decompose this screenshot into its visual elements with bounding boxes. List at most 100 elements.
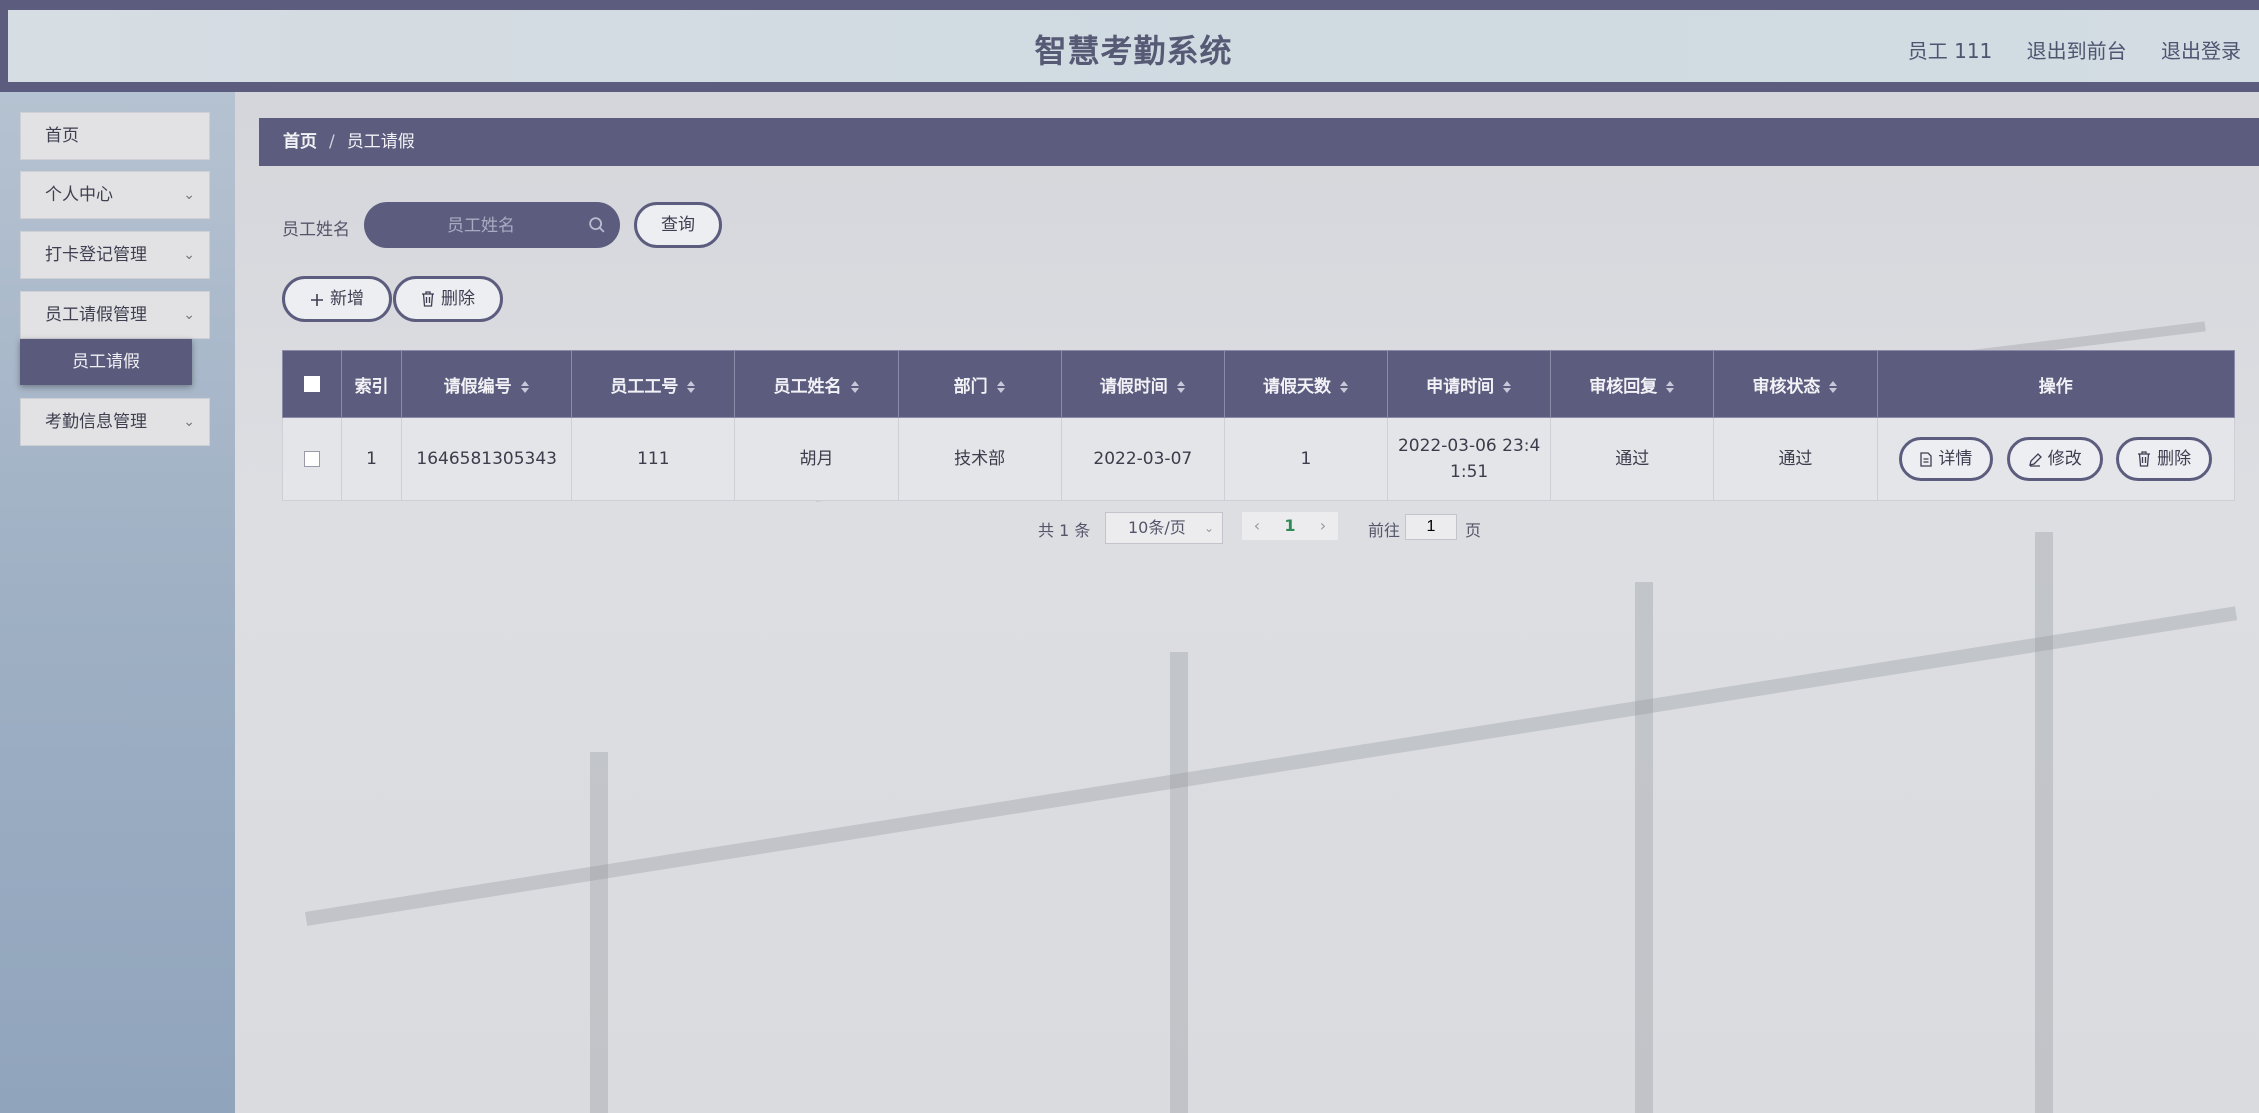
sidebar-subitem-employee-leave[interactable]: 员工请假	[20, 339, 192, 385]
edit-button[interactable]: 修改	[2006, 437, 2103, 481]
column-header[interactable]: 请假时间	[1060, 350, 1225, 418]
sort-icon	[687, 380, 696, 393]
top-strip	[0, 0, 2259, 10]
add-button[interactable]: 新增	[282, 276, 392, 322]
column-header[interactable]: 员工工号	[571, 350, 736, 418]
page-size-select[interactable]: 10条/页 ⌄	[1105, 512, 1223, 544]
row-select-cell	[281, 417, 343, 501]
column-header: 操作	[1876, 350, 2236, 418]
edit-button-label: 修改	[2047, 449, 2082, 469]
page-number[interactable]: 1	[1272, 512, 1308, 540]
cell-reply: 通过	[1550, 417, 1715, 501]
trash-icon	[2138, 451, 2151, 467]
cell-emp-no: 111	[571, 417, 736, 501]
detail-button[interactable]: 详情	[1899, 437, 1994, 481]
column-header[interactable]: 员工姓名	[734, 350, 899, 418]
sidebar-item-leave[interactable]: 员工请假管理 ⌄	[20, 291, 210, 339]
document-icon	[1920, 452, 1932, 467]
trash-icon	[422, 291, 434, 307]
sidebar-item-label: 首页	[45, 126, 79, 146]
sort-icon	[850, 380, 859, 393]
goto-page-input[interactable]	[1405, 514, 1457, 540]
background-decoration	[1635, 582, 1653, 1113]
column-header[interactable]: 部门	[897, 350, 1062, 418]
delete-button-label: 删除	[441, 289, 475, 309]
sort-icon	[1176, 380, 1185, 393]
column-header-label: 审核回复	[1589, 376, 1658, 397]
sort-icon	[1339, 380, 1348, 393]
main-content: 首页 / 员工请假 员工姓名 查询 新增 删除 索引 请假编号	[235, 92, 2259, 1113]
chevron-down-icon: ⌄	[183, 187, 195, 203]
table-header-row: 索引 请假编号 员工工号 员工姓名 部门 请假时间 请假天数 申请时间 审核回复…	[281, 350, 2236, 418]
chevron-left-icon: ‹	[1253, 516, 1261, 535]
sort-icon	[1829, 380, 1838, 393]
chevron-down-icon: ⌄	[1203, 521, 1214, 535]
sidebar: 首页 个人中心 ⌄ 打卡登记管理 ⌄ 员工请假管理 ⌄ 员工请假 考勤信息管理 …	[0, 92, 235, 1113]
cell-days: 1	[1223, 417, 1389, 501]
column-header-label: 审核状态	[1752, 376, 1821, 397]
logout-link[interactable]: 退出登录	[2161, 39, 2241, 63]
chevron-down-icon: ⌄	[183, 307, 195, 323]
pencil-icon	[2028, 453, 2042, 467]
sidebar-item-clock-in[interactable]: 打卡登记管理 ⌄	[20, 231, 210, 279]
query-button[interactable]: 查询	[634, 202, 722, 248]
back-to-front-link[interactable]: 退出到前台	[2027, 39, 2127, 63]
add-button-label: 新增	[330, 289, 364, 309]
background-decoration	[590, 752, 608, 1113]
breadcrumb-home[interactable]: 首页	[283, 132, 317, 152]
column-header-label: 部门	[953, 376, 988, 397]
breadcrumb-current: 员工请假	[346, 132, 415, 152]
header-left-bar	[0, 0, 8, 92]
goto-label: 前往	[1368, 521, 1401, 540]
search-icon	[589, 217, 605, 233]
employee-name-search-input[interactable]	[384, 210, 578, 242]
sidebar-item-attendance[interactable]: 考勤信息管理 ⌄	[20, 398, 210, 446]
cell-dept: 技术部	[897, 417, 1062, 501]
cell-apply-time: 2022-03-06 23:41:51	[1387, 417, 1552, 501]
row-delete-button-label: 删除	[2157, 449, 2192, 469]
background-decoration	[2035, 532, 2053, 1113]
sort-icon	[996, 380, 1005, 393]
header-links: 员工 111 退出到前台 退出登录	[1880, 35, 2241, 64]
column-header-label: 请假天数	[1262, 376, 1331, 397]
sidebar-item-label: 考勤信息管理	[45, 412, 147, 432]
prev-page-button[interactable]: ‹	[1242, 512, 1272, 540]
chevron-right-icon: ›	[1319, 516, 1327, 535]
cell-actions: 详情 修改 删除	[1876, 417, 2236, 501]
sidebar-item-label: 员工请假管理	[45, 305, 147, 325]
current-user: 员工 111	[1907, 39, 1993, 63]
table-row: 1 1646581305343 111 胡月 技术部 2022-03-07 1 …	[281, 417, 2236, 501]
sidebar-item-home[interactable]: 首页	[20, 112, 210, 160]
header: 智慧考勤系统 员工 111 退出到前台 退出登录	[8, 10, 2259, 92]
sidebar-item-label: 打卡登记管理	[45, 245, 147, 265]
select-all-checkbox[interactable]	[304, 376, 321, 392]
breadcrumb: 首页 / 员工请假	[259, 118, 2259, 166]
column-header[interactable]: 审核状态	[1713, 350, 1878, 418]
page-size-value: 10条/页	[1128, 518, 1186, 537]
column-header[interactable]: 请假编号	[401, 350, 573, 418]
delete-button[interactable]: 删除	[393, 276, 503, 322]
row-delete-button[interactable]: 删除	[2116, 437, 2213, 481]
detail-button-label: 详情	[1938, 449, 1973, 469]
chevron-down-icon: ⌄	[183, 414, 195, 430]
column-header-label: 员工姓名	[773, 376, 842, 397]
column-header[interactable]: 审核回复	[1550, 350, 1715, 418]
cell-leave-time: 2022-03-07	[1060, 417, 1225, 501]
next-page-button[interactable]: ›	[1308, 512, 1338, 540]
select-all-cell	[281, 350, 343, 418]
row-checkbox[interactable]	[304, 451, 321, 467]
column-header-label: 请假编号	[443, 376, 512, 397]
column-header[interactable]: 申请时间	[1387, 350, 1552, 418]
search-box	[364, 202, 620, 248]
column-header-label: 请假时间	[1099, 376, 1168, 397]
column-header: 索引	[341, 350, 403, 418]
chevron-down-icon: ⌄	[183, 247, 195, 263]
cell-emp-name: 胡月	[734, 417, 899, 501]
column-header-label: 申请时间	[1426, 376, 1495, 397]
search-label: 员工姓名	[282, 220, 350, 240]
column-header-label: 员工工号	[610, 376, 679, 397]
column-header[interactable]: 请假天数	[1223, 350, 1389, 418]
sort-icon	[1666, 380, 1675, 393]
sidebar-item-label: 个人中心	[45, 185, 113, 205]
sidebar-item-personal-center[interactable]: 个人中心 ⌄	[20, 171, 210, 219]
